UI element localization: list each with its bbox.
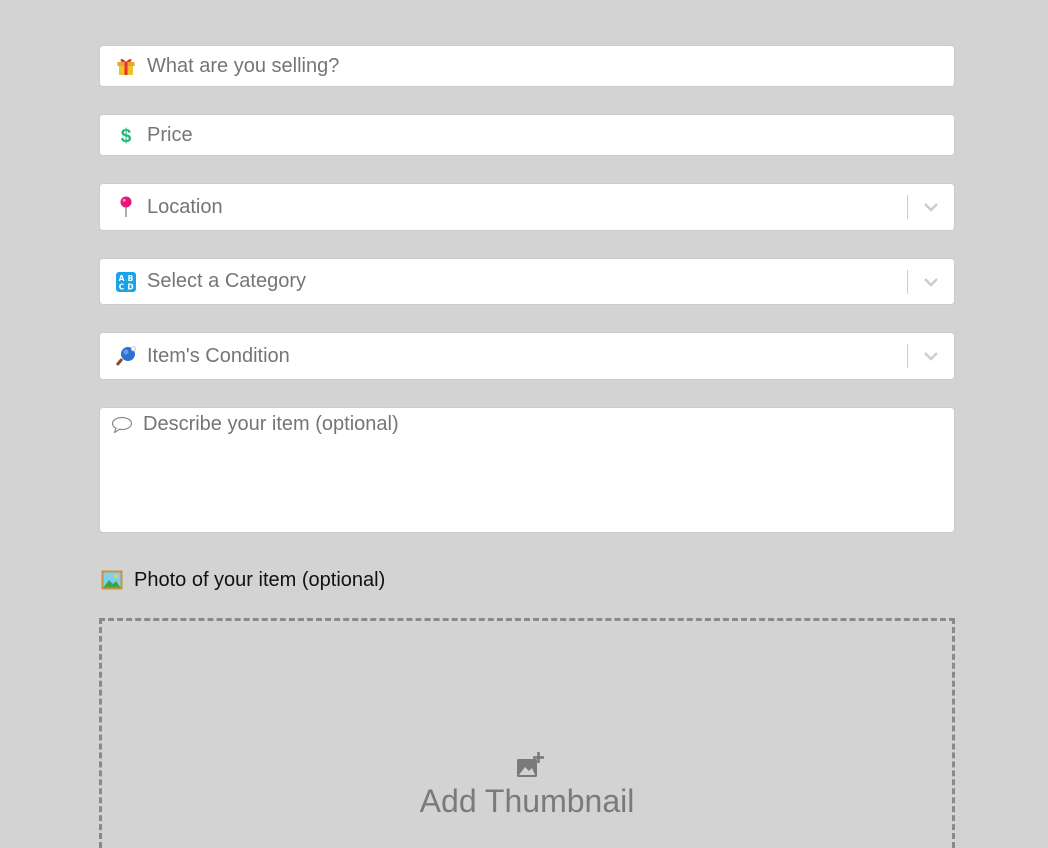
dollar-sign-icon: $: [115, 124, 137, 146]
speech-balloon-icon: [111, 414, 133, 436]
svg-text:$: $: [121, 126, 132, 145]
svg-text:C: C: [119, 282, 125, 291]
price-input[interactable]: $ Price: [99, 114, 955, 156]
chevron-down-icon[interactable]: [908, 184, 954, 230]
ping-pong-paddle-icon: [115, 345, 137, 367]
gift-icon: [115, 55, 137, 77]
abcd-input-icon: A B C D: [115, 271, 137, 293]
location-select[interactable]: Location: [99, 183, 955, 231]
condition-select[interactable]: Item's Condition: [99, 332, 955, 380]
thumbnail-dropzone[interactable]: Add Thumbnail: [99, 618, 955, 848]
location-placeholder: Location: [147, 195, 223, 218]
photo-section-label: Photo of your item (optional): [99, 565, 385, 595]
framed-picture-icon: [101, 569, 125, 591]
add-thumbnail-label: Add Thumbnail: [419, 783, 635, 819]
svg-text:D: D: [127, 282, 133, 291]
category-indicators: [907, 259, 954, 304]
chevron-down-icon[interactable]: [908, 259, 954, 304]
photo-section-label-text: Photo of your item (optional): [134, 568, 386, 591]
chevron-down-icon[interactable]: [908, 333, 954, 379]
condition-placeholder: Item's Condition: [147, 344, 290, 367]
category-placeholder: Select a Category: [147, 270, 306, 292]
price-placeholder: Price: [147, 123, 193, 146]
condition-indicators: [907, 333, 954, 379]
title-input[interactable]: What are you selling?: [99, 45, 955, 87]
location-indicators: [907, 184, 954, 230]
category-select[interactable]: A B C D Select a Category: [99, 258, 955, 305]
add-photo-icon: [515, 751, 545, 781]
title-placeholder: What are you selling?: [147, 54, 340, 77]
description-textarea[interactable]: Describe your item (optional): [99, 407, 955, 533]
round-pushpin-icon: [115, 196, 137, 218]
description-placeholder: Describe your item (optional): [143, 413, 399, 435]
